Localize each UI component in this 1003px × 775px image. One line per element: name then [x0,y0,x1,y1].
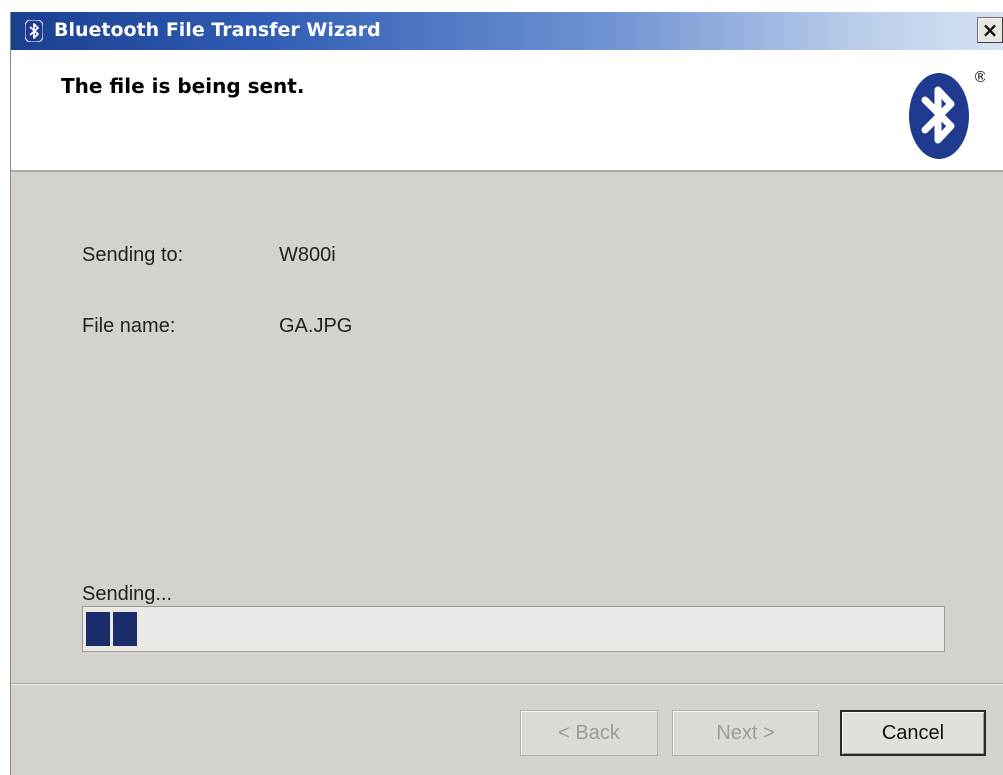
progress-block [113,612,137,646]
wizard-header: The file is being sent. ® [11,50,1003,172]
bluetooth-logo-icon: ® [909,68,985,159]
window-title: Bluetooth File Transfer Wizard [54,19,381,41]
bluetooth-icon [25,20,43,42]
registered-mark: ® [973,68,985,86]
progress-label: Sending... [82,583,173,605]
sending-to-value: W800i [279,244,336,266]
title-bar[interactable]: Bluetooth File Transfer Wizard × [11,12,1003,50]
next-button[interactable]: Next > [672,710,819,756]
back-button[interactable]: < Back [520,710,658,756]
page-title: The file is being sent. [61,74,305,98]
file-name-label: File name: [82,315,176,337]
cancel-button[interactable]: Cancel [840,710,986,756]
progress-block [86,612,110,646]
footer-divider [11,683,1003,685]
file-name-value: GA.JPG [279,315,353,337]
progress-fill [86,612,137,646]
close-button[interactable]: × [977,17,1003,43]
wizard-window: Bluetooth File Transfer Wizard × The fil… [10,12,1003,775]
progress-bar [82,606,945,652]
sending-to-label: Sending to: [82,244,184,266]
